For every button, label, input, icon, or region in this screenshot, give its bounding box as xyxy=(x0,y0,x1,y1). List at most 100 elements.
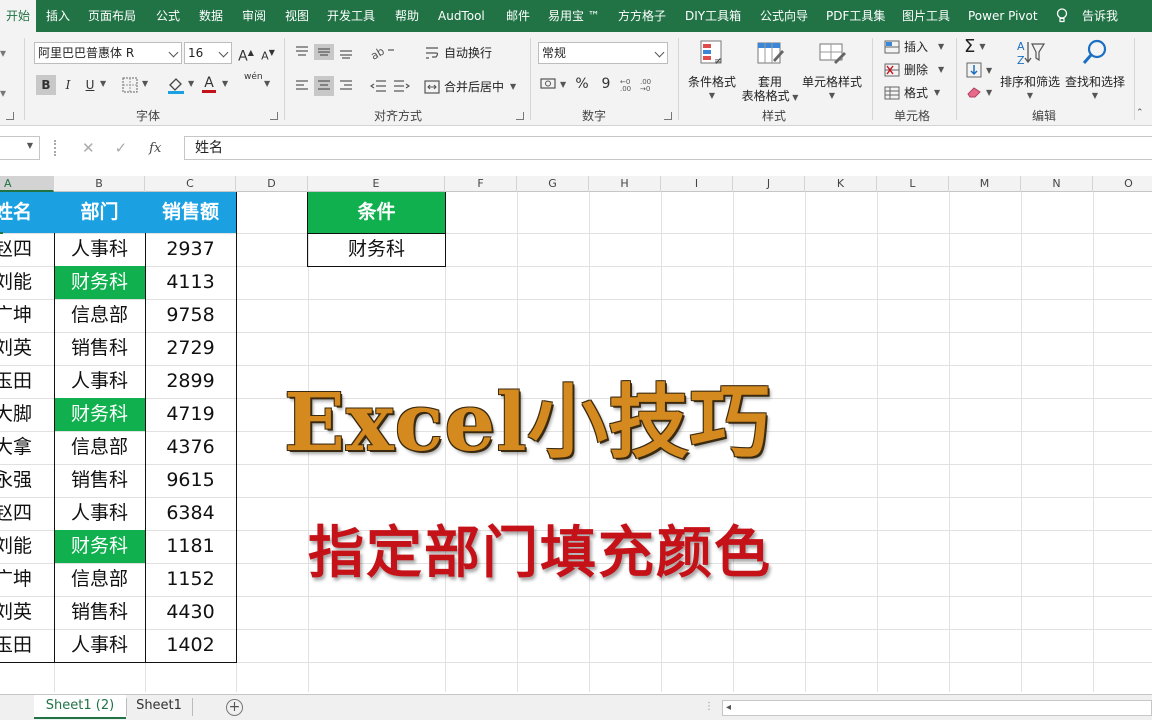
name-box[interactable]: ▼ xyxy=(0,136,40,160)
cell-sales[interactable]: 2937 xyxy=(145,233,236,266)
cell-sales[interactable]: 1181 xyxy=(145,530,236,563)
fill-color-icon[interactable] xyxy=(166,75,186,95)
indent-icons[interactable] xyxy=(370,78,410,94)
cell-dept[interactable]: 人事科 xyxy=(54,365,145,398)
column-header-o[interactable]: O xyxy=(1093,176,1152,192)
tab-mail[interactable]: 邮件 xyxy=(506,0,530,32)
column-header-d[interactable]: D xyxy=(236,176,308,192)
cell-dept[interactable]: 信息部 xyxy=(54,299,145,332)
cell-name[interactable]: 刘英 xyxy=(0,596,54,629)
column-header-l[interactable]: L xyxy=(877,176,949,192)
cell-name[interactable]: 广坤 xyxy=(0,299,54,332)
scroll-left-icon[interactable]: ◂ xyxy=(726,702,731,713)
column-header-h[interactable]: H xyxy=(589,176,661,192)
decimal-icons[interactable]: ←0.00 .00→0 xyxy=(620,76,660,92)
tab-diy-toolbox[interactable]: DIY工具箱 xyxy=(685,0,741,32)
column-header-m[interactable]: M xyxy=(949,176,1021,192)
lightbulb-icon[interactable] xyxy=(1056,8,1068,24)
clear-button[interactable]: ▼ xyxy=(966,86,992,98)
condition-header[interactable]: 条件 xyxy=(308,192,445,233)
tab-view[interactable]: 视图 xyxy=(285,0,309,32)
tab-audtool[interactable]: AudTool xyxy=(438,0,485,32)
cell-sales[interactable]: 1402 xyxy=(145,629,236,662)
cell-dept[interactable]: 销售科 xyxy=(54,332,145,365)
cell-sales[interactable]: 6384 xyxy=(145,497,236,530)
add-sheet-button[interactable]: + xyxy=(226,699,243,716)
column-header-g[interactable]: G xyxy=(517,176,589,192)
clipboard-edge-icon[interactable]: ▾ xyxy=(0,46,6,60)
cell-sales[interactable]: 4430 xyxy=(145,596,236,629)
insert-function-button[interactable]: fx xyxy=(149,141,161,156)
cell-dept[interactable]: 销售科 xyxy=(54,464,145,497)
font-size-select[interactable]: 16 xyxy=(184,42,232,64)
cell-name[interactable]: 赵四 xyxy=(0,497,54,530)
cell-sales[interactable]: 4113 xyxy=(145,266,236,299)
cell-dept[interactable]: 财务科 xyxy=(54,266,145,299)
formula-bar-grip[interactable] xyxy=(54,140,56,156)
merge-center-button[interactable]: 合并后居中 ▼ xyxy=(424,78,516,95)
sort-filter-button[interactable]: AZ 排序和筛选 ▼ xyxy=(998,38,1062,103)
column-header-b[interactable]: B xyxy=(54,176,145,192)
cell-sales[interactable]: 2729 xyxy=(145,332,236,365)
delete-cells-button[interactable]: 删除 ▼ xyxy=(884,61,944,78)
chevron-down-icon[interactable]: ▼ xyxy=(560,80,566,89)
cell-name[interactable]: 刘能 xyxy=(0,266,54,299)
tab-review[interactable]: 审阅 xyxy=(242,0,266,32)
table-header-dept[interactable]: 部门 xyxy=(54,192,145,233)
tab-developer[interactable]: 开发工具 xyxy=(327,0,375,32)
italic-button[interactable]: I xyxy=(58,75,78,95)
cell-name[interactable]: 广坤 xyxy=(0,563,54,596)
phonetic-button[interactable]: wén xyxy=(244,72,263,82)
cell-dept[interactable]: 信息部 xyxy=(54,563,145,596)
autosum-button[interactable]: Σ ▼ xyxy=(964,36,986,57)
sheet-tab-sheet1-2[interactable]: Sheet1 (2) xyxy=(34,695,126,719)
column-header-i[interactable]: I xyxy=(661,176,733,192)
tab-data[interactable]: 数据 xyxy=(199,0,223,32)
horizontal-scrollbar[interactable]: ◂ xyxy=(722,700,1152,716)
collapse-ribbon-icon[interactable]: ⌃ xyxy=(1136,108,1144,118)
cell-name[interactable]: 刘能 xyxy=(0,530,54,563)
conditional-formatting-button[interactable]: ≠ 条件格式 ▼ xyxy=(684,38,740,103)
tab-picture-tools[interactable]: 图片工具 xyxy=(902,0,950,32)
column-header-j[interactable]: J xyxy=(733,176,805,192)
grow-font-button[interactable]: A▲ xyxy=(236,43,256,65)
tab-insert[interactable]: 插入 xyxy=(46,0,70,32)
orientation-icon[interactable]: ab xyxy=(370,44,398,60)
chevron-down-icon[interactable]: ▼ xyxy=(222,79,228,88)
tab-formula-wizard[interactable]: 公式向导 xyxy=(760,0,808,32)
table-header-name[interactable]: 姓名 xyxy=(0,192,54,233)
tab-pdf-tools[interactable]: PDF工具集 xyxy=(826,0,885,32)
cell-name[interactable]: 赵四 xyxy=(0,233,54,266)
cell-dept[interactable]: 销售科 xyxy=(54,596,145,629)
cell-styles-button[interactable]: 单元格样式 ▼ xyxy=(800,38,864,103)
font-name-select[interactable]: 阿里巴巴普惠体 R xyxy=(34,42,182,64)
tab-splitter-handle[interactable]: ⋮ xyxy=(704,701,715,712)
vertical-align-icons[interactable] xyxy=(294,44,358,60)
cell-name[interactable]: 永强 xyxy=(0,464,54,497)
column-header-k[interactable]: K xyxy=(805,176,877,192)
sheet-tab-sheet1[interactable]: Sheet1 xyxy=(128,695,190,719)
clipboard-launcher-icon[interactable] xyxy=(6,112,14,120)
insert-cells-button[interactable]: 插入 ▼ xyxy=(884,38,944,55)
cell-name[interactable]: 玉田 xyxy=(0,629,54,662)
clipboard-edge-icon-2[interactable]: ▾ xyxy=(0,86,6,100)
cell-dept[interactable]: 人事科 xyxy=(54,629,145,662)
chevron-down-icon[interactable]: ▼ xyxy=(142,79,148,88)
tab-page-layout[interactable]: 页面布局 xyxy=(88,0,136,32)
font-launcher-icon[interactable] xyxy=(270,112,278,120)
formula-input[interactable]: 姓名 xyxy=(184,136,1152,160)
tab-help[interactable]: 帮助 xyxy=(395,0,419,32)
currency-icon[interactable] xyxy=(540,76,558,92)
chevron-down-icon[interactable]: ▼ xyxy=(100,79,106,88)
cell-sales[interactable]: 9615 xyxy=(145,464,236,497)
fill-button[interactable]: ▼ xyxy=(966,62,992,78)
chevron-down-icon[interactable]: ▼ xyxy=(188,79,194,88)
alignment-launcher-icon[interactable] xyxy=(516,112,524,120)
column-header-n[interactable]: N xyxy=(1021,176,1093,192)
cell-name[interactable]: 大脚 xyxy=(0,398,54,431)
tab-home[interactable]: 开始 xyxy=(0,0,37,33)
number-launcher-icon[interactable] xyxy=(664,112,672,120)
confirm-icon[interactable]: ✓ xyxy=(115,139,128,157)
cell-name[interactable]: 玉田 xyxy=(0,365,54,398)
shrink-font-button[interactable]: A▼ xyxy=(258,43,278,63)
